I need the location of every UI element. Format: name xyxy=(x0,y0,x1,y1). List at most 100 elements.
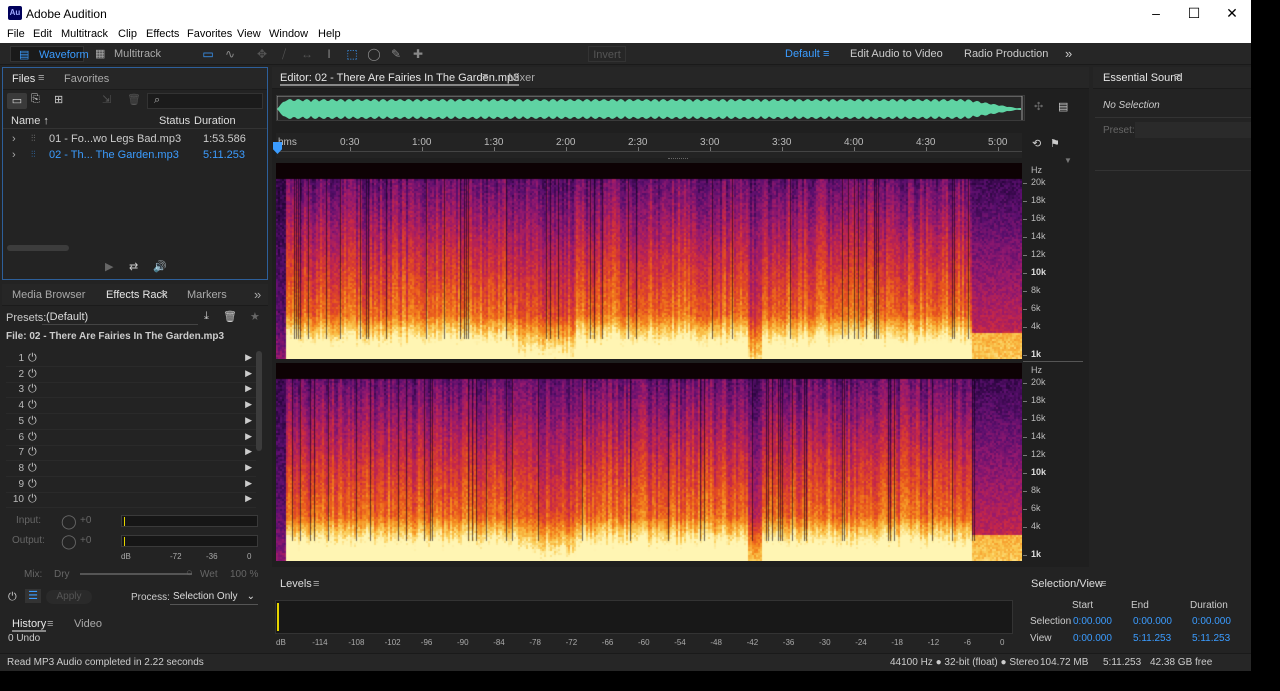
effect-slot[interactable]: 9 ⏻ ▶ xyxy=(6,477,256,493)
power-icon[interactable]: ⏻ xyxy=(28,415,37,428)
panel-menu-icon[interactable]: ≡ xyxy=(313,578,319,590)
tab-effects-rack[interactable]: Effects Rack xyxy=(106,289,168,301)
tab-video[interactable]: Video xyxy=(74,618,102,630)
slot-expand-icon[interactable]: ▶ xyxy=(245,493,252,504)
mix-slider-handle-icon[interactable]: ○ xyxy=(186,567,193,579)
delete-icon[interactable]: 🗑 xyxy=(127,93,141,106)
effect-slot[interactable]: 2 ⏻ ▶ xyxy=(6,367,256,383)
effect-slot[interactable]: 1 ⏻ ▶ xyxy=(6,351,256,367)
history-entry[interactable]: 0 Undo xyxy=(8,633,40,644)
output-gain-value[interactable]: +0 xyxy=(80,535,91,546)
panel-menu-icon[interactable]: ≡ xyxy=(482,71,488,83)
menu-file[interactable]: File xyxy=(7,28,25,40)
slot-expand-icon[interactable]: ▶ xyxy=(245,478,252,489)
channel-divider-grip[interactable] xyxy=(668,158,688,161)
effect-slot[interactable]: 7 ⏻ ▶ xyxy=(6,445,256,462)
view-duration[interactable]: 5:11.253 xyxy=(1192,633,1230,644)
import-file-icon[interactable]: ⎘ xyxy=(31,93,40,106)
razor-tool-icon[interactable]: ⧸ xyxy=(275,46,293,62)
slot-expand-icon[interactable]: ▶ xyxy=(245,368,252,379)
slip-tool-icon[interactable]: ↔ xyxy=(298,46,316,62)
file-row-selected[interactable]: › ⫶⫶ 02 - Th... The Garden.mp3 5:11.253 xyxy=(3,147,267,163)
menu-window[interactable]: Window xyxy=(269,28,308,40)
column-duration[interactable]: Duration xyxy=(194,115,236,127)
power-icon[interactable]: ⏻ xyxy=(8,591,17,604)
process-dropdown[interactable]: Selection Only ⌄ xyxy=(170,589,258,605)
spectrogram-left-channel[interactable] xyxy=(276,163,1022,359)
expand-icon[interactable]: › xyxy=(12,133,16,145)
lasso-selection-icon[interactable]: ◯ xyxy=(365,46,383,62)
invert-button[interactable]: Invert xyxy=(588,46,626,62)
view-start[interactable]: 0:00.000 xyxy=(1073,633,1112,644)
slot-expand-icon[interactable]: ▶ xyxy=(245,399,252,410)
tab-favorites[interactable]: Favorites xyxy=(64,73,109,85)
tab-media-browser[interactable]: Media Browser xyxy=(12,289,85,301)
menu-edit[interactable]: Edit xyxy=(33,28,52,40)
selection-start[interactable]: 0:00.000 xyxy=(1073,616,1112,627)
more-workspaces-icon[interactable]: » xyxy=(1065,46,1072,62)
zoom-navigator-icon[interactable]: ✣ xyxy=(1034,100,1043,113)
minimize-button[interactable]: – xyxy=(1137,0,1175,27)
workspace-menu-icon[interactable]: ≡ xyxy=(823,46,829,62)
workspace-radio-production[interactable]: Radio Production xyxy=(964,46,1048,62)
view-end[interactable]: 5:11.253 xyxy=(1133,633,1171,644)
slot-expand-icon[interactable]: ▶ xyxy=(245,446,252,457)
favorite-star-icon[interactable]: ★ xyxy=(250,310,260,323)
apply-button[interactable]: Apply xyxy=(46,590,92,604)
spot-healing-icon[interactable]: ✚ xyxy=(409,46,427,62)
scroll-down-icon[interactable]: ▼ xyxy=(1064,156,1072,165)
waveform-view-button[interactable]: ▤ Waveform xyxy=(10,46,89,62)
column-status[interactable]: Status xyxy=(159,115,190,127)
new-file-icon[interactable]: ⊞ xyxy=(54,93,63,106)
spectrogram-right-channel[interactable] xyxy=(276,363,1022,561)
slot-expand-icon[interactable]: ▶ xyxy=(245,415,252,426)
workspace-default[interactable]: Default xyxy=(785,46,820,62)
maximize-button[interactable]: ☐ xyxy=(1175,0,1213,27)
close-button[interactable]: ✕ xyxy=(1213,0,1251,27)
expand-icon[interactable]: › xyxy=(12,149,16,161)
tab-markers[interactable]: Markers xyxy=(187,289,227,301)
search-input[interactable]: ⌕ xyxy=(147,93,263,109)
menu-view[interactable]: View xyxy=(237,28,261,40)
brush-selection-icon[interactable]: ✎ xyxy=(387,46,405,62)
time-selection-icon[interactable]: I xyxy=(320,46,338,62)
more-tabs-icon[interactable]: » xyxy=(254,287,261,302)
effect-slot[interactable]: 10 ⏻ ▶ xyxy=(6,492,256,509)
snap-icon[interactable]: ⟲ xyxy=(1032,137,1041,150)
column-name[interactable]: Name ↑ xyxy=(11,115,49,127)
power-icon[interactable]: ⏻ xyxy=(28,352,37,365)
insert-multitrack-icon[interactable]: ⇲ xyxy=(102,93,111,106)
effect-slot[interactable]: 5 ⏻ ▶ xyxy=(6,414,256,430)
effect-slot[interactable]: 8 ⏻ ▶ xyxy=(6,461,256,477)
time-ruler[interactable]: hms 0:30 1:00 1:30 2:00 2:30 3:00 3:30 4:00 4:30 5… xyxy=(276,133,1022,158)
power-icon[interactable]: ⏻ xyxy=(28,368,37,381)
overview-navigator[interactable] xyxy=(276,95,1025,121)
power-icon[interactable]: ⏻ xyxy=(28,493,37,506)
spectral-pitch-icon[interactable]: ∿ xyxy=(221,46,239,62)
menu-multitrack[interactable]: Multitrack xyxy=(61,28,108,40)
selection-duration[interactable]: 0:00.000 xyxy=(1192,616,1231,627)
move-tool-icon[interactable]: ✥ xyxy=(253,46,271,62)
horizontal-scrollbar[interactable] xyxy=(7,245,69,251)
effect-slot[interactable]: 3 ⏻ ▶ xyxy=(6,382,256,399)
panel-menu-icon[interactable]: ≡ xyxy=(1174,71,1180,83)
power-icon[interactable]: ⏻ xyxy=(28,399,37,412)
slot-expand-icon[interactable]: ▶ xyxy=(245,431,252,442)
input-gain-value[interactable]: +0 xyxy=(80,515,91,526)
save-preset-icon[interactable]: ⤓ xyxy=(204,310,209,323)
marker-icon[interactable]: ⚑ xyxy=(1050,137,1060,150)
preset-dropdown[interactable] xyxy=(1135,122,1251,138)
loop-icon[interactable]: ⇄ xyxy=(129,260,138,273)
menu-effects[interactable]: Effects xyxy=(146,28,179,40)
selection-end[interactable]: 0:00.000 xyxy=(1133,616,1172,627)
panel-menu-icon[interactable]: ≡ xyxy=(47,618,53,630)
marquee-selection-icon[interactable]: ⬚ xyxy=(343,46,361,62)
menu-clip[interactable]: Clip xyxy=(118,28,137,40)
file-row[interactable]: › ⫶⫶ 01 - Fo...wo Legs Bad.mp3 1:53.586 xyxy=(3,131,267,147)
output-gain-knob-icon[interactable]: ◯ xyxy=(61,533,77,550)
tab-mixer[interactable]: Mixer xyxy=(508,72,535,84)
panel-menu-icon[interactable]: ≡ xyxy=(161,288,167,300)
tab-history[interactable]: History xyxy=(12,618,47,632)
play-icon[interactable]: ▶ xyxy=(105,260,113,273)
power-icon[interactable]: ⏻ xyxy=(28,446,37,459)
